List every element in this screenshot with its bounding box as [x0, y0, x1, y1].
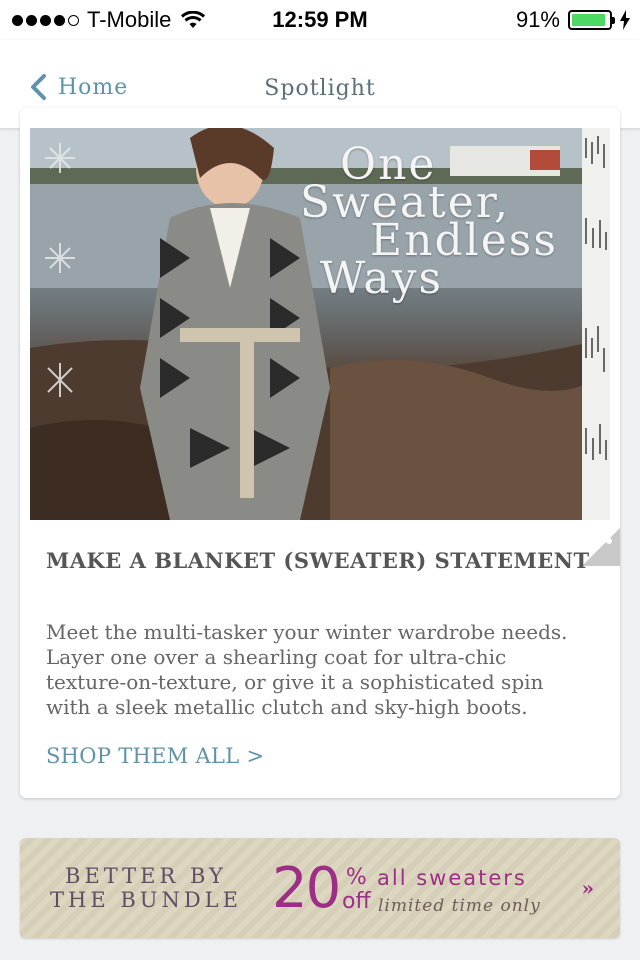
banner-heading-line: BETTER BY: [65, 864, 227, 888]
banner-heading-line: THE BUNDLE: [50, 888, 242, 912]
offer-label: all sweaters: [377, 866, 527, 890]
hero-image[interactable]: One Sweater, Endless Ways: [30, 128, 610, 520]
off-label: off: [342, 889, 371, 914]
hero-headline: One Sweater, Endless Ways: [300, 143, 600, 301]
corner-dot-icon: [606, 538, 612, 544]
battery-icon: [568, 10, 615, 30]
page-title: Spotlight: [264, 76, 376, 101]
status-bar: T-Mobile 12:59 PM 91%: [0, 0, 640, 40]
shop-them-all-link[interactable]: SHOP THEM ALL >: [46, 744, 264, 768]
discount-percent: 20: [272, 856, 341, 921]
battery-percent: 91%: [515, 7, 560, 32]
card-title: MAKE A BLANKET (SWEATER) STATEMENT: [46, 548, 590, 573]
banner-heading: BETTER BY THE BUNDLE: [50, 864, 242, 912]
double-chevron-right-icon: »: [581, 876, 595, 900]
discount-suffix: % off: [342, 866, 371, 914]
promo-banner[interactable]: BETTER BY THE BUNDLE 20 % off all sweate…: [20, 838, 620, 938]
percent-sign: %: [345, 865, 367, 890]
status-right: 91%: [516, 7, 630, 33]
battery-tip: [612, 17, 615, 24]
spotlight-card[interactable]: One Sweater, Endless Ways MAKE A BLANKET…: [20, 108, 620, 798]
card-description: Meet the multi-tasker your winter wardro…: [46, 620, 568, 719]
charging-icon: [620, 10, 630, 30]
battery-fill: [572, 14, 605, 26]
limited-time-label: limited time only: [378, 896, 541, 916]
